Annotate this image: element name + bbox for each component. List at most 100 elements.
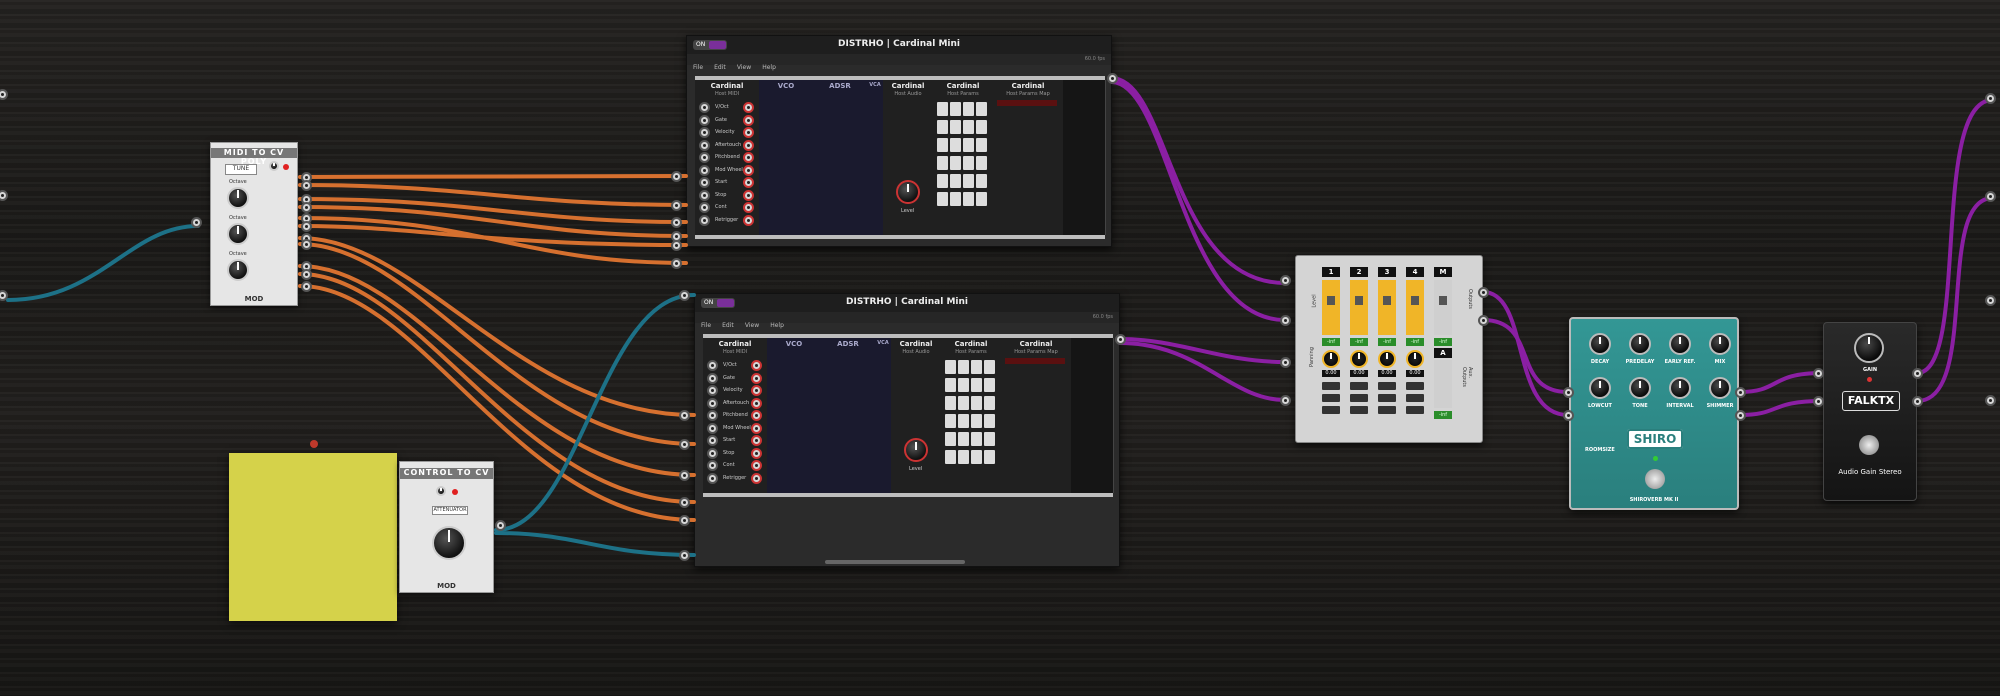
reverb-knob[interactable] (1589, 377, 1611, 399)
module-vco[interactable]: VCO (759, 80, 814, 235)
midi-cv-jack[interactable] (743, 177, 754, 188)
param-output-jack[interactable] (937, 192, 948, 206)
param-output-jack[interactable] (963, 174, 974, 188)
footswitch[interactable] (1645, 469, 1665, 489)
plugin-port-jack[interactable] (0, 190, 8, 201)
plugin-port-jack[interactable] (679, 470, 690, 481)
menu-view[interactable]: View (737, 62, 751, 73)
menu-view[interactable]: View (745, 320, 759, 331)
plugin-port-jack[interactable] (679, 410, 690, 421)
midi-output-jack[interactable] (707, 385, 718, 396)
patch-cable[interactable] (298, 224, 688, 247)
channel-button[interactable] (1322, 406, 1340, 414)
midi-output-jack[interactable] (707, 447, 718, 459)
mapping-slot[interactable] (997, 100, 1057, 106)
cardinal-mini-top[interactable]: ON DISTRHO | Cardinal Mini File Edit Vie… (686, 35, 1112, 247)
patch-cable[interactable] (1481, 290, 1570, 417)
midi-cv-jack[interactable] (751, 472, 762, 484)
patch-cable[interactable] (494, 531, 696, 557)
param-output-jack[interactable] (937, 102, 948, 116)
reverb-knob[interactable] (1589, 333, 1611, 355)
param-output-jack[interactable] (950, 138, 961, 152)
plugin-port-jack[interactable] (1985, 93, 1996, 104)
channel-button[interactable] (1350, 382, 1368, 390)
plugin-port-jack[interactable] (679, 497, 690, 508)
midi-cv-jack[interactable] (751, 385, 762, 396)
channel-fader[interactable] (1378, 280, 1396, 335)
midi-cv-jack[interactable] (751, 460, 762, 471)
plugin-port-jack[interactable] (1115, 334, 1126, 345)
patch-cable[interactable] (298, 236, 696, 417)
midi-output-jack[interactable] (699, 152, 710, 163)
module-host-midi[interactable]: Cardinal Host MIDI V/Oct Gate Velocity Afte… (695, 80, 760, 235)
midi-output-jack[interactable] (707, 372, 718, 384)
midi-cv-jack[interactable] (743, 202, 754, 213)
reverb-knob[interactable] (1629, 333, 1651, 355)
patch-cable[interactable] (1738, 399, 1824, 417)
midi-output-jack[interactable] (707, 410, 718, 421)
param-output-jack[interactable] (984, 378, 995, 392)
plugin-port-jack[interactable] (0, 290, 8, 301)
menu-file[interactable]: File (701, 320, 711, 331)
midi-cv-jack[interactable] (743, 139, 754, 151)
pan-knob[interactable] (1378, 350, 1396, 368)
param-output-jack[interactable] (971, 432, 982, 446)
plugin-port-jack[interactable] (1280, 357, 1291, 368)
module-vca[interactable]: VCA (867, 80, 884, 235)
level-knob[interactable] (904, 438, 928, 462)
midi-to-cv-poly-plugin[interactable]: MIDI TO CV POLY TUNE Octave Octave Octav… (210, 142, 298, 306)
falktx-pedal[interactable]: GAIN FALKTX Audio Gain Stereo (1823, 322, 1917, 501)
patch-cable[interactable] (494, 293, 696, 532)
patch-cable[interactable] (298, 205, 688, 238)
plugin-port-jack[interactable] (191, 217, 202, 228)
shiro-pedal[interactable]: DECAY PREDELAY EARLY REF. MIX LOWCUT TONE INTE… (1569, 317, 1739, 510)
midi-cv-jack[interactable] (743, 114, 754, 126)
param-output-jack[interactable] (963, 156, 974, 170)
level-knob[interactable] (896, 180, 920, 204)
param-output-jack[interactable] (958, 360, 969, 374)
module-host-params-map[interactable]: Cardinal Host Params Map (993, 80, 1064, 235)
channel-button[interactable] (1350, 406, 1368, 414)
param-output-jack[interactable] (937, 174, 948, 188)
midi-output-jack[interactable] (699, 139, 710, 151)
param-output-jack[interactable] (958, 414, 969, 428)
param-output-jack[interactable] (937, 120, 948, 134)
param-output-jack[interactable] (963, 138, 974, 152)
module-host-params-map[interactable]: Cardinal Host Params Map (1001, 338, 1072, 493)
midi-output-jack[interactable] (699, 114, 710, 126)
param-output-jack[interactable] (971, 360, 982, 374)
midi-output-jack[interactable] (699, 164, 710, 176)
plugin-port-jack[interactable] (679, 515, 690, 526)
menu-file[interactable]: File (693, 62, 703, 73)
param-output-jack[interactable] (984, 450, 995, 464)
midi-output-jack[interactable] (707, 435, 718, 446)
patch-cable[interactable] (1915, 196, 1994, 403)
plugin-port-jack[interactable] (1280, 315, 1291, 326)
param-output-jack[interactable] (984, 432, 995, 446)
plugin-port-jack[interactable] (301, 221, 312, 232)
midi-cv-jack[interactable] (751, 435, 762, 446)
pan-knob[interactable] (1322, 350, 1340, 368)
plugin-port-jack[interactable] (1280, 395, 1291, 406)
param-output-jack[interactable] (963, 192, 974, 206)
module-vco[interactable]: VCO (767, 338, 822, 493)
aux-fader[interactable] (1434, 360, 1452, 408)
plugin-port-jack[interactable] (1985, 395, 1996, 406)
plugin-port-jack[interactable] (301, 202, 312, 213)
param-output-jack[interactable] (984, 396, 995, 410)
midi-output-jack[interactable] (699, 102, 710, 113)
midi-cv-jack[interactable] (743, 102, 754, 113)
octave-knob-1[interactable] (227, 187, 249, 209)
param-output-jack[interactable] (958, 396, 969, 410)
param-output-jack[interactable] (945, 432, 956, 446)
param-output-jack[interactable] (963, 102, 974, 116)
plugin-port-jack[interactable] (1912, 396, 1923, 407)
tune-switch[interactable] (269, 161, 279, 171)
channel-button[interactable] (1322, 394, 1340, 402)
midi-cv-jack[interactable] (743, 152, 754, 163)
patch-cable[interactable] (1915, 98, 1994, 375)
patch-cable[interactable] (1110, 76, 1287, 285)
plugin-port-jack[interactable] (671, 200, 682, 211)
midi-cv-jack[interactable] (751, 410, 762, 421)
midi-output-jack[interactable] (699, 177, 710, 188)
